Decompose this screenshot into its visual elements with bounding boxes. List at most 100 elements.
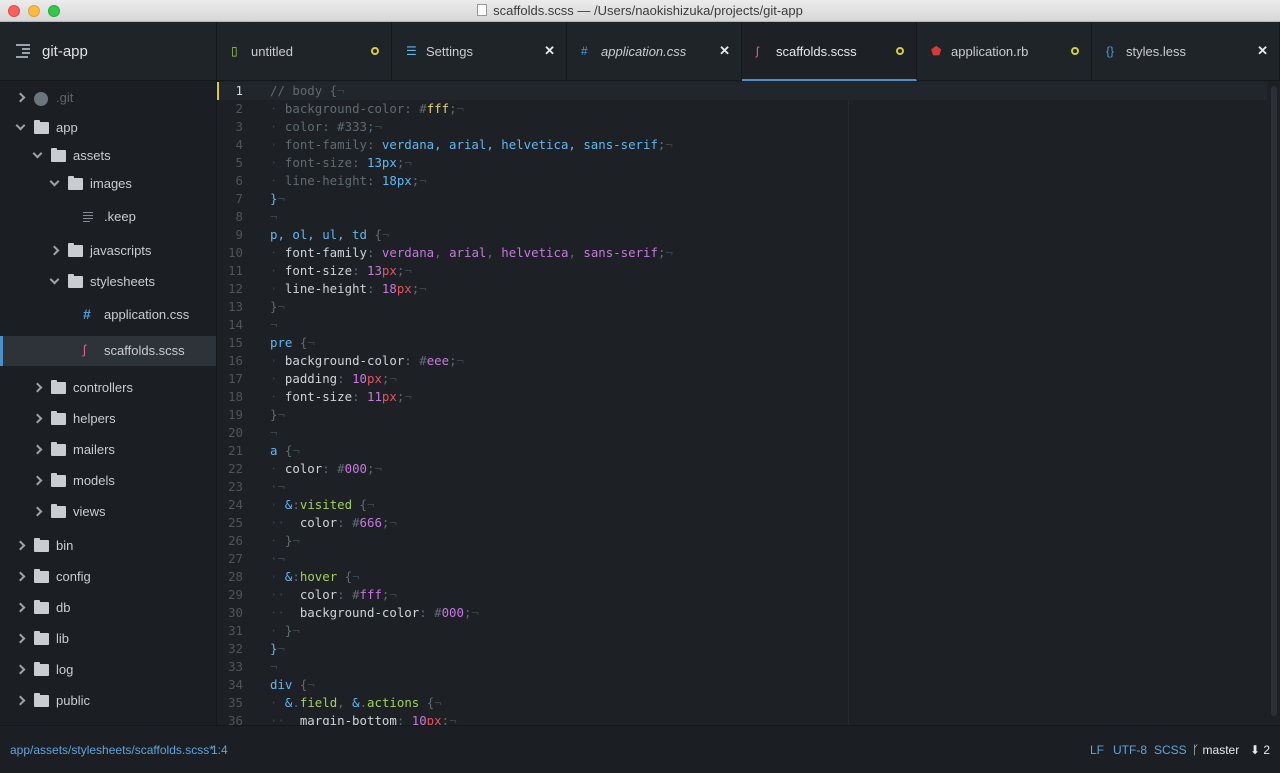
modified-indicator-icon[interactable] [1071, 47, 1079, 55]
chevron-right-icon[interactable] [15, 92, 26, 103]
code-line[interactable]: 3 · color: #333;¬ [217, 118, 1267, 136]
code-line[interactable]: 20 ¬ [217, 424, 1267, 442]
tab-application-rb[interactable]: ⬟ application.rb [917, 22, 1092, 81]
tree-item[interactable]: .git [0, 83, 216, 113]
file-text-icon [83, 212, 93, 224]
tree-item[interactable]: mailers [0, 435, 216, 465]
chevron-down-icon[interactable] [49, 176, 60, 187]
code-line[interactable]: 36 ·· margin-bottom: 10px;¬ [217, 712, 1267, 725]
code-line[interactable]: 9 p, ol, ul, td {¬ [217, 226, 1267, 244]
chevron-right-icon[interactable] [15, 571, 26, 582]
tree-item[interactable]: assets [0, 141, 216, 171]
chevron-down-icon[interactable] [49, 274, 60, 285]
tree-item[interactable]: javascripts [0, 236, 216, 266]
close-tab-icon[interactable]: ✕ [719, 43, 730, 59]
chevron-down-icon[interactable] [15, 120, 26, 131]
code-line[interactable]: 25 ·· color: #666;¬ [217, 514, 1267, 532]
code-line[interactable]: 16 · background-color: #eee;¬ [217, 352, 1267, 370]
code-line[interactable]: 10 · font-family: verdana, arial, helveti… [217, 244, 1267, 262]
chevron-right-icon[interactable] [15, 664, 26, 675]
code-line[interactable]: 21 a {¬ [217, 442, 1267, 460]
code-line[interactable]: 27 ·¬ [217, 550, 1267, 568]
code-line[interactable]: 5 · font-size: 13px;¬ [217, 154, 1267, 172]
tree-item[interactable]: stylesheets [0, 267, 216, 297]
code-line[interactable]: 1 // body {¬ [217, 82, 1267, 100]
chevron-right-icon[interactable] [15, 540, 26, 551]
tree-item[interactable]: models [0, 466, 216, 496]
code-line[interactable]: 12 · line-height: 18px;¬ [217, 280, 1267, 298]
tab-styles-less[interactable]: {} styles.less ✕ [1092, 22, 1280, 81]
code-text: ·¬ [270, 551, 285, 566]
code-editor[interactable]: 1 // body {¬ 2 · background-color: #fff;¬ 3 ·… [217, 82, 1280, 725]
tree-item[interactable]: config [0, 562, 216, 592]
tree-item[interactable]: views [0, 497, 216, 527]
tree-item[interactable]: log [0, 655, 216, 685]
editor-scrollbar[interactable] [1271, 86, 1277, 716]
code-line[interactable]: 23 ·¬ [217, 478, 1267, 496]
code-line[interactable]: 22 · color: #000;¬ [217, 460, 1267, 478]
code-line[interactable]: 33 ¬ [217, 658, 1267, 676]
tree-item[interactable]: bin [0, 531, 216, 561]
code-line[interactable]: 15 pre {¬ [217, 334, 1267, 352]
code-line[interactable]: 17 · padding: 10px;¬ [217, 370, 1267, 388]
tree-item[interactable]: db [0, 593, 216, 623]
code-line[interactable]: 31 · }¬ [217, 622, 1267, 640]
tree-item[interactable]: helpers [0, 404, 216, 434]
tree-item-label: db [56, 600, 71, 615]
tree-item[interactable]: controllers [0, 373, 216, 403]
code-line[interactable]: 28 · &:hover {¬ [217, 568, 1267, 586]
line-number: 4 [235, 137, 243, 152]
code-line[interactable]: 4 · font-family: verdana, arial, helvetic… [217, 136, 1267, 154]
modified-indicator-icon[interactable] [896, 47, 904, 55]
code-line[interactable]: 6 · line-height: 18px;¬ [217, 172, 1267, 190]
code-line[interactable]: 13}¬ [217, 298, 1267, 316]
status-cursor-position[interactable]: 1:4 [211, 743, 228, 757]
tab-untitled[interactable]: ▯ untitled [217, 22, 392, 81]
tree-item[interactable]: ʃ scaffolds.scss [0, 336, 216, 366]
status-line-ending[interactable]: LF [1090, 743, 1104, 757]
tree-item[interactable]: lib [0, 624, 216, 654]
tree-item-label: controllers [73, 380, 133, 395]
modified-indicator-icon[interactable] [371, 47, 379, 55]
status-encoding[interactable]: UTF-8 [1113, 743, 1147, 757]
chevron-right-icon[interactable] [32, 475, 43, 486]
code-line[interactable]: 29 ·· color: #fff;¬ [217, 586, 1267, 604]
chevron-right-icon[interactable] [15, 633, 26, 644]
code-line[interactable]: 34 div {¬ [217, 676, 1267, 694]
tree-item[interactable]: app [0, 113, 216, 143]
tree-item[interactable]: # application.css [0, 300, 216, 330]
status-grammar[interactable]: SCSS [1154, 743, 1187, 757]
code-line[interactable]: 30 ·· background-color: #000;¬ [217, 604, 1267, 622]
close-tab-icon[interactable]: ✕ [1257, 43, 1268, 59]
tree-item[interactable]: public [0, 686, 216, 716]
chevron-down-icon[interactable] [32, 148, 43, 159]
code-line[interactable]: 32}¬ [217, 640, 1267, 658]
code-line[interactable]: 2 · background-color: #fff;¬ [217, 100, 1267, 118]
tab-settings[interactable]: ☰ Settings ✕ [392, 22, 567, 81]
code-line[interactable]: 8 ¬ [217, 208, 1267, 226]
chevron-right-icon[interactable] [32, 413, 43, 424]
status-branch[interactable]: ᚴ master [1192, 743, 1239, 757]
project-header[interactable]: git-app [0, 22, 216, 81]
close-tab-icon[interactable]: ✕ [544, 43, 555, 59]
code-line[interactable]: 14 ¬ [217, 316, 1267, 334]
chevron-right-icon[interactable] [32, 382, 43, 393]
tab-scaffolds-scss[interactable]: ʃ scaffolds.scss [742, 22, 917, 81]
chevron-right-icon[interactable] [32, 444, 43, 455]
tree-item[interactable]: images [0, 169, 216, 199]
status-file-path[interactable]: app/assets/stylesheets/scaffolds.scss* [10, 743, 214, 757]
chevron-right-icon[interactable] [49, 245, 60, 256]
code-line[interactable]: 7}¬ [217, 190, 1267, 208]
chevron-right-icon[interactable] [15, 695, 26, 706]
code-line[interactable]: 11 · font-size: 13px;¬ [217, 262, 1267, 280]
code-line[interactable]: 19}¬ [217, 406, 1267, 424]
code-line[interactable]: 24 · &:visited {¬ [217, 496, 1267, 514]
tab-application-css[interactable]: # application.css ✕ [567, 22, 742, 81]
chevron-right-icon[interactable] [32, 506, 43, 517]
tree-item[interactable]: .keep [0, 202, 216, 232]
code-line[interactable]: 18 · font-size: 11px;¬ [217, 388, 1267, 406]
code-line[interactable]: 35 · &.field, &.actions {¬ [217, 694, 1267, 712]
chevron-right-icon[interactable] [15, 602, 26, 613]
code-line[interactable]: 26 · }¬ [217, 532, 1267, 550]
status-behind[interactable]: ⬇ 2 [1250, 743, 1270, 757]
